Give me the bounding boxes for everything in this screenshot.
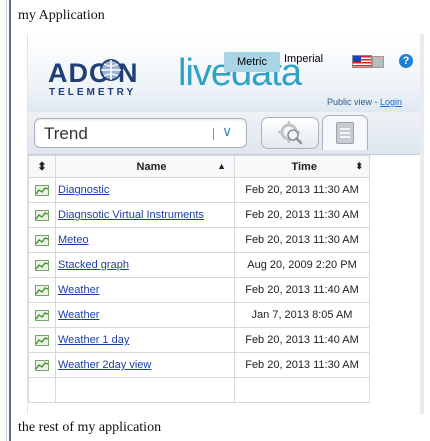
public-view-text: Public view -	[327, 97, 381, 107]
name-column-header[interactable]: Name ▲	[55, 155, 235, 178]
chart-icon	[35, 209, 49, 221]
dropdown-value: Trend	[44, 124, 88, 143]
search-gear-icon	[278, 121, 303, 145]
sort-icon: ⬍	[355, 160, 363, 171]
table-header-row: ⬍ Name ▲ Time ⬍	[28, 155, 370, 178]
livedata-widget: ADC N TELEMETRY livedata Metric Imperial…	[27, 34, 424, 414]
table-row[interactable]: Weather 2day view Feb 20, 2013 11:30 AM	[28, 352, 370, 378]
window-border	[9, 0, 11, 441]
imperial-button[interactable]: Imperial	[284, 53, 323, 65]
chart-icon	[35, 184, 49, 196]
dropdown-separator	[213, 128, 214, 140]
table-row[interactable]: Meteo Feb 20, 2013 11:30 AM	[28, 227, 370, 253]
row-time: Jan 7, 2013 8:05 AM	[234, 302, 370, 328]
graphs-table-container: ⬍ Name ▲ Time ⬍ Diagnostic Feb 20, 2013 1…	[28, 154, 424, 411]
graph-link[interactable]: Weather 2day view	[58, 359, 151, 371]
widget-header: ADC N TELEMETRY livedata Metric Imperial…	[28, 34, 424, 112]
toolbar: Trend ∨	[28, 112, 424, 154]
chart-icon	[35, 309, 49, 321]
tab-search[interactable]	[261, 117, 319, 149]
app-title: my Application	[18, 8, 105, 23]
chart-icon	[35, 334, 49, 346]
graph-link[interactable]: Stacked graph	[58, 259, 129, 271]
rest-of-app-text: the rest of my application	[18, 420, 162, 435]
table-row[interactable]: Diagnostic Feb 20, 2013 11:30 AM	[28, 177, 370, 203]
brand-bottom-text: TELEMETRY	[49, 87, 136, 98]
row-time: Aug 20, 2009 2:20 PM	[234, 252, 370, 278]
graph-link[interactable]: Diagnostic	[58, 184, 109, 196]
chart-icon	[35, 259, 49, 271]
row-time: Feb 20, 2013 11:40 AM	[234, 327, 370, 353]
scrollbar[interactable]	[420, 34, 424, 414]
time-header-label: Time	[291, 160, 317, 173]
browser-frame-left	[0, 0, 7, 441]
public-view-label: Public view - Login	[327, 97, 402, 107]
table-row[interactable]: Stacked graph Aug 20, 2009 2:20 PM	[28, 252, 370, 278]
chevron-down-icon: ∨	[222, 123, 233, 139]
chart-icon	[35, 284, 49, 296]
metric-button[interactable]: Metric	[224, 52, 280, 72]
tab-documents[interactable]	[322, 115, 368, 150]
graph-link[interactable]: Weather	[58, 284, 99, 296]
view-dropdown[interactable]: Trend ∨	[34, 118, 247, 148]
graph-link[interactable]: Meteo	[58, 234, 89, 246]
table-row[interactable]: Weather Feb 20, 2013 11:40 AM	[28, 277, 370, 303]
graph-link[interactable]: Diagnsotic Virtual Instruments	[58, 209, 204, 221]
row-time: Feb 20, 2013 11:30 AM	[234, 352, 370, 378]
adcon-logo: ADC N TELEMETRY	[48, 58, 139, 98]
time-column-header[interactable]: Time ⬍	[234, 155, 370, 178]
chart-icon	[35, 359, 49, 371]
sort-asc-icon: ▲	[217, 160, 226, 171]
us-flag-icon[interactable]	[352, 55, 372, 68]
table-body: Diagnostic Feb 20, 2013 11:30 AM Diagnsot…	[28, 177, 370, 403]
brand-top-text: ADC N	[48, 58, 139, 88]
document-icon	[336, 122, 354, 144]
login-link[interactable]: Login	[380, 97, 402, 107]
table-row[interactable]: Weather 1 day Feb 20, 2013 11:40 AM	[28, 327, 370, 353]
row-time: Feb 20, 2013 11:30 AM	[234, 202, 370, 228]
table-row[interactable]: Weather Jan 7, 2013 8:05 AM	[28, 302, 370, 328]
row-time: Feb 20, 2013 11:30 AM	[234, 227, 370, 253]
table-row[interactable]: Diagnsotic Virtual Instruments Feb 20, 20…	[28, 202, 370, 228]
table-row-partial	[28, 377, 370, 403]
graphs-table: ⬍ Name ▲ Time ⬍ Diagnostic Feb 20, 2013 1…	[28, 155, 370, 403]
row-time: Feb 20, 2013 11:40 AM	[234, 277, 370, 303]
graph-link[interactable]: Weather	[58, 309, 99, 321]
name-header-label: Name	[136, 160, 167, 173]
row-time: Feb 20, 2013 11:30 AM	[234, 177, 370, 203]
chart-icon	[35, 234, 49, 246]
brand-globe-icon	[100, 59, 122, 81]
help-icon[interactable]: ?	[399, 54, 413, 68]
language-dropdown-icon[interactable]	[372, 56, 384, 68]
graph-link[interactable]: Weather 1 day	[58, 334, 129, 346]
sort-column-header[interactable]: ⬍	[28, 155, 56, 178]
